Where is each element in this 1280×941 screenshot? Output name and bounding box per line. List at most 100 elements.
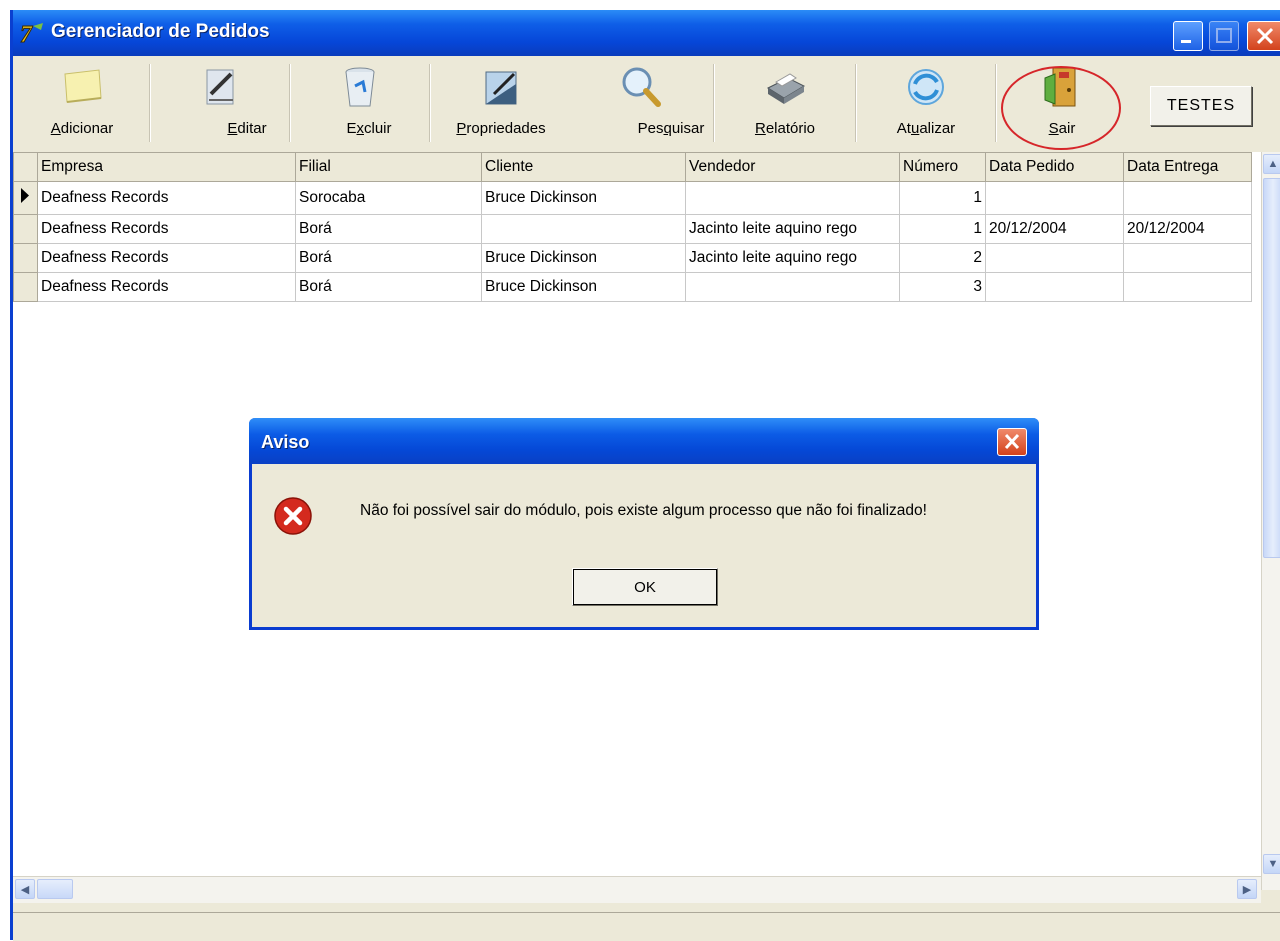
cell-empresa[interactable]: Deafness Records xyxy=(37,181,296,215)
cell-cliente[interactable]: Bruce Dickinson xyxy=(481,181,686,215)
toolbar-separator xyxy=(995,64,997,142)
cell-empresa[interactable]: Deafness Records xyxy=(37,272,296,302)
minimize-button[interactable] xyxy=(1173,21,1203,51)
delete-button[interactable]: Excluir xyxy=(293,56,427,152)
scroll-right-button[interactable]: ▶ xyxy=(1237,879,1257,899)
dialog-message: Não foi possível sair do módulo, pois ex… xyxy=(360,502,927,519)
close-icon xyxy=(1256,27,1274,45)
dialog-close-button[interactable] xyxy=(997,428,1027,456)
cell-numero[interactable]: 2 xyxy=(899,243,986,273)
horizontal-scrollbar[interactable]: ◀ ▶ xyxy=(13,876,1261,903)
chevron-left-icon: ◀ xyxy=(20,883,30,896)
cell-vendedor[interactable]: Jacinto leite aquino rego xyxy=(685,243,900,273)
toolbar-separator xyxy=(149,64,151,142)
note-icon xyxy=(64,69,102,103)
cell-vendedor[interactable] xyxy=(685,181,900,215)
highlight-circle xyxy=(1001,66,1121,150)
recycle-bin-icon xyxy=(345,67,375,107)
table-row[interactable]: Deafness Records Borá Bruce Dickinson 3 xyxy=(13,272,1252,302)
chevron-right-icon: ▶ xyxy=(1242,883,1252,896)
row-indicator[interactable] xyxy=(13,214,38,244)
cell-data-entrega[interactable]: 20/12/2004 xyxy=(1123,214,1252,244)
table-row[interactable]: Deafness Records Borá Jacinto leite aqui… xyxy=(13,214,1252,244)
printer-icon xyxy=(766,73,806,104)
orders-table: Empresa Filial Cliente Vendedor Número D… xyxy=(13,152,1252,302)
scroll-down-button[interactable]: ▼ xyxy=(1263,854,1280,874)
cell-data-pedido[interactable] xyxy=(985,181,1124,215)
cell-empresa[interactable]: Deafness Records xyxy=(37,243,296,273)
dialog-title-bar[interactable]: Aviso xyxy=(249,418,1039,464)
scroll-up-button[interactable]: ▲ xyxy=(1263,154,1280,174)
cell-cliente[interactable]: Bruce Dickinson xyxy=(481,243,686,273)
cell-data-entrega[interactable] xyxy=(1123,181,1252,215)
toolbar: Adicionar Editar Excluir Propriedades Pe… xyxy=(13,56,1280,153)
row-indicator[interactable] xyxy=(13,243,38,273)
toolbar-separator xyxy=(855,64,857,142)
status-bar xyxy=(13,912,1280,941)
cell-numero[interactable]: 1 xyxy=(899,181,986,215)
cell-data-pedido[interactable]: 20/12/2004 xyxy=(985,214,1124,244)
magnifier-icon xyxy=(622,67,661,107)
horizontal-scroll-thumb[interactable] xyxy=(37,879,73,899)
error-icon xyxy=(274,497,312,535)
cell-vendedor[interactable] xyxy=(685,272,900,302)
properties-button[interactable]: Propriedades xyxy=(433,56,569,152)
refresh-icon xyxy=(908,69,944,105)
window-title: Gerenciador de Pedidos xyxy=(51,21,270,42)
refresh-button[interactable]: Atualizar xyxy=(859,56,993,152)
maximize-button[interactable] xyxy=(1209,21,1239,51)
column-header-data-entrega[interactable]: Data Entrega xyxy=(1123,152,1252,182)
cell-data-pedido[interactable] xyxy=(985,243,1124,273)
vertical-scrollbar[interactable]: ▲ ▼ xyxy=(1261,152,1280,890)
report-button[interactable]: Relatório xyxy=(717,56,853,152)
close-button[interactable] xyxy=(1247,21,1280,51)
column-header-data-pedido[interactable]: Data Pedido xyxy=(985,152,1124,182)
toolbar-separator xyxy=(429,64,431,142)
cell-numero[interactable]: 1 xyxy=(899,214,986,244)
minimize-icon xyxy=(1181,40,1191,43)
cell-filial[interactable]: Borá xyxy=(295,214,482,244)
cell-data-pedido[interactable] xyxy=(985,272,1124,302)
cell-vendedor[interactable]: Jacinto leite aquino rego xyxy=(685,214,900,244)
cell-filial[interactable]: Borá xyxy=(295,243,482,273)
edit-icon xyxy=(206,69,234,105)
current-row-arrow-icon xyxy=(21,188,29,203)
column-header-empresa[interactable]: Empresa xyxy=(37,152,296,182)
warning-dialog: Aviso Não foi possível sair do módulo, p… xyxy=(249,418,1039,630)
vertical-scroll-thumb[interactable] xyxy=(1263,178,1280,558)
column-header-cliente[interactable]: Cliente xyxy=(481,152,686,182)
table-row[interactable]: Deafness Records Sorocaba Bruce Dickinso… xyxy=(13,181,1252,215)
row-indicator[interactable] xyxy=(13,272,38,302)
header-row: Empresa Filial Cliente Vendedor Número D… xyxy=(13,152,1252,182)
edit-button[interactable]: Editar xyxy=(153,56,287,152)
table-row[interactable]: Deafness Records Borá Bruce Dickinson Ja… xyxy=(13,243,1252,273)
row-indicator[interactable] xyxy=(13,181,38,215)
column-header-vendedor[interactable]: Vendedor xyxy=(685,152,900,182)
add-button[interactable]: Adicionar xyxy=(17,56,147,152)
cell-cliente[interactable]: Bruce Dickinson xyxy=(481,272,686,302)
chevron-down-icon: ▼ xyxy=(1267,858,1279,870)
close-icon xyxy=(1004,433,1020,450)
cell-numero[interactable]: 3 xyxy=(899,272,986,302)
ok-button[interactable]: OK xyxy=(572,568,718,606)
toolbar-separator xyxy=(289,64,291,142)
toolbar-separator xyxy=(713,64,715,142)
column-header-filial[interactable]: Filial xyxy=(295,152,482,182)
maximize-icon xyxy=(1216,28,1232,43)
cell-filial[interactable]: Borá xyxy=(295,272,482,302)
dialog-title: Aviso xyxy=(261,432,310,452)
properties-icon xyxy=(485,71,517,105)
column-header-numero[interactable]: Número xyxy=(899,152,986,182)
cell-filial[interactable]: Sorocaba xyxy=(295,181,482,215)
app-icon: 7 xyxy=(20,22,43,46)
cell-data-entrega[interactable] xyxy=(1123,272,1252,302)
svg-text:7: 7 xyxy=(20,22,33,46)
cell-cliente[interactable] xyxy=(481,214,686,244)
cell-empresa[interactable]: Deafness Records xyxy=(37,214,296,244)
testes-button[interactable]: TESTES xyxy=(1150,86,1252,126)
chevron-up-icon: ▲ xyxy=(1267,158,1279,170)
search-button[interactable]: Pesquisar xyxy=(573,56,709,152)
scroll-left-button[interactable]: ◀ xyxy=(15,879,35,899)
cell-data-entrega[interactable] xyxy=(1123,243,1252,273)
title-bar[interactable]: 7 Gerenciador de Pedidos xyxy=(13,10,1280,56)
